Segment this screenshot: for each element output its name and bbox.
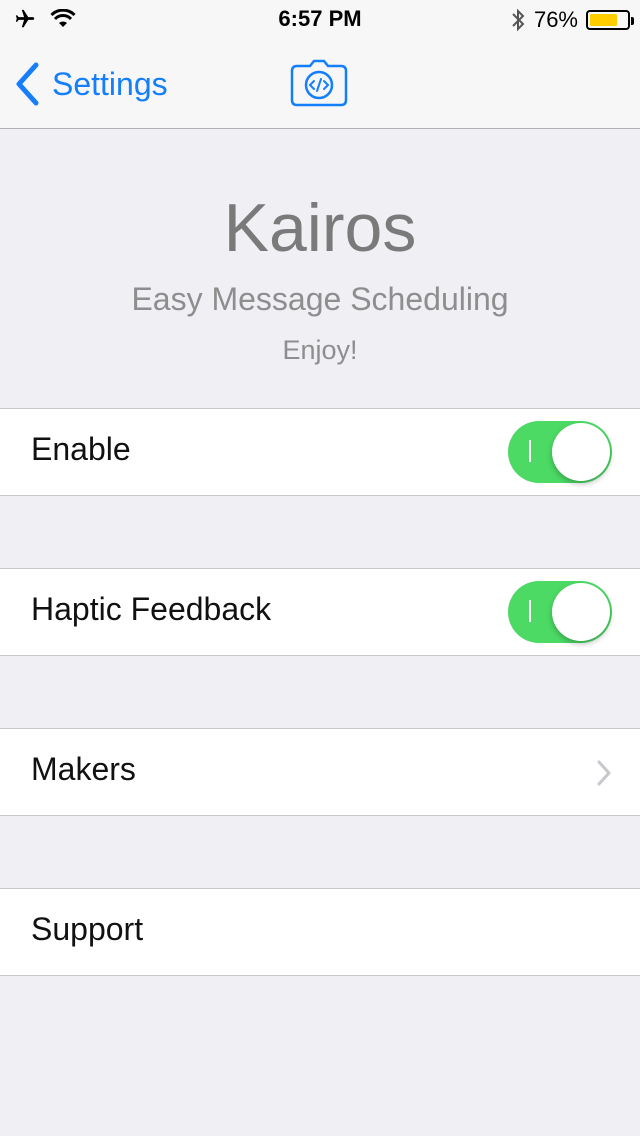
tweak-header: Kairos Easy Message Scheduling Enjoy! [0,129,640,409]
camera-code-icon [290,59,348,107]
enable-label: Enable [31,431,131,467]
battery-icon [586,10,634,30]
support-cell[interactable]: Support [0,888,640,976]
bluetooth-icon [512,8,525,32]
enable-cell: Enable [0,408,640,496]
camera-code-button[interactable] [290,58,348,113]
chevron-right-icon [597,760,611,786]
page-tagline: Enjoy! [282,335,358,365]
haptic-feedback-label: Haptic Feedback [31,591,272,627]
makers-label: Makers [31,751,136,787]
support-label: Support [31,911,144,947]
navigation-bar: Settings [0,40,640,129]
chevron-left-icon [16,62,39,106]
status-bar: 6:57 PM 76% [0,0,640,40]
toggle-knob [552,423,610,481]
page-title: Kairos [223,190,417,266]
toggle-on-mark [529,600,531,622]
back-button[interactable]: Settings [14,62,168,106]
haptic-feedback-cell: Haptic Feedback [0,568,640,656]
back-button-label: Settings [52,65,168,102]
page-subtitle: Easy Message Scheduling [131,281,509,317]
toggle-on-mark [529,440,531,462]
status-bar-right: 76% [510,7,634,33]
makers-cell[interactable]: Makers [0,728,640,816]
enable-toggle[interactable] [508,421,612,483]
battery-percent: 76% [533,7,578,32]
toggle-knob [552,583,610,641]
battery-level-fill [590,14,618,26]
haptic-feedback-toggle[interactable] [508,581,612,643]
